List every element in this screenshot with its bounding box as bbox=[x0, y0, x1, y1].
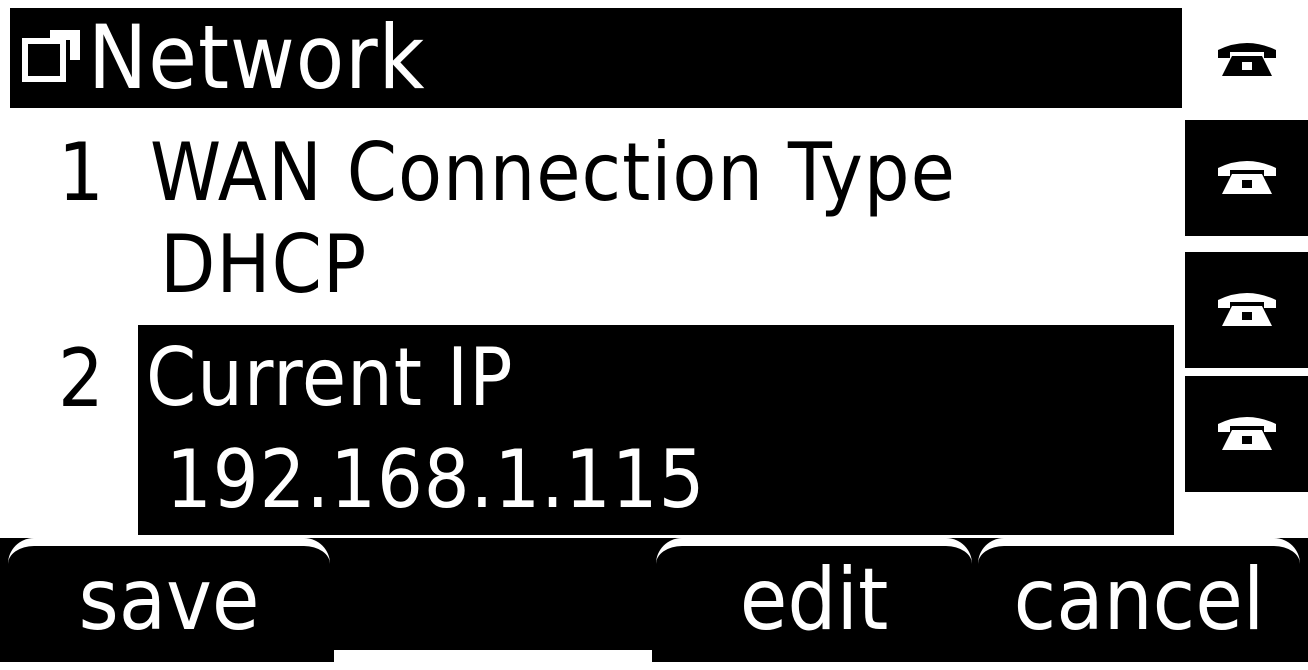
line-key-2[interactable] bbox=[1185, 120, 1308, 236]
item-number-2: 2 bbox=[58, 332, 104, 425]
telephone-icon bbox=[1217, 293, 1276, 326]
line-key-3[interactable] bbox=[1185, 252, 1308, 368]
save-softkey[interactable]: save bbox=[8, 538, 330, 662]
return-folder-icon bbox=[22, 30, 82, 86]
page-title: Network bbox=[88, 6, 426, 109]
edit-softkey[interactable]: edit bbox=[656, 538, 972, 662]
telephone-icon bbox=[1217, 43, 1276, 76]
save-label: save bbox=[78, 550, 260, 650]
telephone-icon bbox=[1217, 417, 1276, 450]
item-number-1: 1 bbox=[58, 126, 104, 219]
menu-item-wan-connection-type[interactable]: WAN Connection Type DHCP bbox=[150, 130, 1180, 320]
softkey-bar: save edit cancel bbox=[0, 538, 1308, 662]
line-key-4[interactable] bbox=[1185, 376, 1308, 492]
cancel-softkey[interactable]: cancel bbox=[978, 538, 1300, 662]
item-value: DHCP bbox=[160, 218, 368, 311]
item-value: 192.168.1.115 bbox=[166, 433, 706, 526]
empty-softkey[interactable] bbox=[334, 538, 652, 662]
telephone-icon bbox=[1217, 161, 1276, 194]
edit-label: edit bbox=[739, 550, 889, 650]
title-bar: Network bbox=[10, 8, 1182, 108]
item-label: Current IP bbox=[146, 331, 514, 424]
line-key-1[interactable] bbox=[1185, 2, 1308, 118]
cancel-label: cancel bbox=[1013, 550, 1265, 650]
menu-item-current-ip[interactable]: Current IP 192.168.1.115 bbox=[138, 325, 1174, 535]
item-label: WAN Connection Type bbox=[150, 126, 956, 219]
